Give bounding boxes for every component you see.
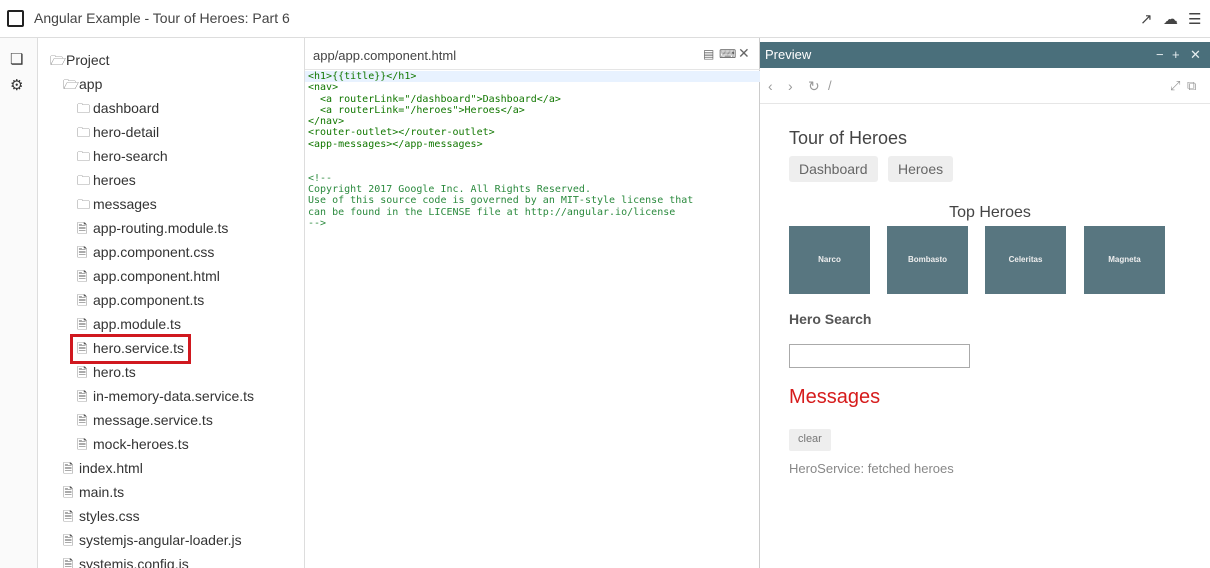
code-line: </nav> [308, 116, 345, 128]
file-icon: 🗎 [63, 485, 74, 500]
refresh-icon[interactable]: ↻ [808, 78, 820, 95]
cloud-icon[interactable]: ☁ [1163, 10, 1178, 28]
tree-file[interactable]: 🗎 in-memory-data.service.ts [77, 388, 254, 410]
tree-folder-project[interactable]: 🗁Project [50, 52, 110, 74]
tree-file[interactable]: 🗎 systemjs.config.js [63, 556, 189, 568]
tree-file[interactable]: 🗎 hero.ts [77, 364, 136, 386]
file-icon: 🗎 [77, 221, 88, 236]
folder-icon: 🗀 [77, 125, 91, 140]
message-item: HeroService: fetched heroes [789, 461, 954, 476]
hero-tile[interactable]: Bombasto [887, 226, 968, 294]
file-icon: 🗎 [77, 293, 88, 308]
top-bar: Angular Example - Tour of Heroes: Part 6… [0, 0, 1210, 38]
tree-folder[interactable]: 🗀 dashboard [77, 100, 159, 122]
open-external-icon[interactable]: ↗ [1140, 10, 1153, 28]
nav-link-dashboard[interactable]: Dashboard [789, 156, 878, 182]
preview-title: Preview [765, 47, 812, 62]
file-icon: 🗎 [63, 533, 74, 548]
tree-file[interactable]: 🗎 index.html [63, 460, 143, 482]
tree-file[interactable]: 🗎 systemjs-angular-loader.js [63, 532, 242, 554]
top-heroes-heading: Top Heroes [949, 204, 1031, 221]
zoom-in-icon[interactable]: + [1172, 47, 1180, 62]
app-content: Tour of Heroes Dashboard Heroes Top Hero… [760, 104, 1210, 568]
code-line: <h1>{{title}}</h1> [305, 71, 760, 83]
editor-header: app/app.component.html ▤ ⌨ ✕ [305, 38, 760, 70]
files-icon[interactable]: ❏ [10, 50, 23, 68]
left-rail: ❏ ⚙ [0, 38, 38, 568]
clear-button[interactable]: clear [789, 429, 831, 451]
code-editor[interactable]: app/app.component.html ▤ ⌨ ✕ <h1>{{title… [305, 38, 760, 568]
code-line: <app-messages></app-messages> [308, 138, 483, 150]
folder-icon: 🗀 [77, 101, 91, 116]
file-icon: 🗎 [77, 437, 88, 452]
tree-file[interactable]: 🗎 styles.css [63, 508, 140, 530]
format-icon[interactable]: ▤ [703, 47, 714, 61]
highlight-box [70, 334, 191, 364]
preview-header: Preview − + ✕ [760, 42, 1210, 68]
tree-file[interactable]: 🗎 message.service.ts [77, 412, 213, 434]
file-tree: 🗁Project 🗁app 🗀 dashboard 🗀 hero-detail 🗀 h… [38, 38, 305, 568]
tree-folder-app[interactable]: 🗁app [63, 76, 102, 98]
hero-tile[interactable]: Narco [789, 226, 870, 294]
keyboard-icon[interactable]: ⌨ [719, 47, 736, 61]
preview-url[interactable]: / [828, 78, 832, 93]
code-line: <nav> [308, 82, 339, 94]
file-icon: 🗎 [77, 413, 88, 428]
folder-icon: 🗀 [77, 173, 91, 188]
preview-pane: Preview − + ✕ ‹ › ↻ / ⤢ ⧉ Tour of Heroes… [760, 38, 1210, 568]
file-icon: 🗎 [77, 269, 88, 284]
tree-folder[interactable]: 🗀 messages [77, 196, 157, 218]
tree-folder[interactable]: 🗀 hero-detail [77, 124, 159, 146]
hero-tile[interactable]: Celeritas [985, 226, 1066, 294]
code-line: <!-- [308, 172, 333, 184]
folder-icon: 🗀 [77, 197, 91, 212]
code-line: can be found in the LICENSE file at http… [308, 206, 676, 218]
code-line: <a routerLink="/heroes">Heroes</a> [308, 104, 525, 116]
messages-heading: Messages [789, 386, 881, 408]
tree-file[interactable]: 🗎 main.ts [63, 484, 124, 506]
code-line: Copyright 2017 Google Inc. All Rights Re… [308, 183, 591, 195]
hero-search-label: Hero Search [789, 311, 872, 327]
file-icon: 🗎 [63, 557, 74, 568]
nav-link-heroes[interactable]: Heroes [888, 156, 954, 182]
download-icon[interactable] [7, 10, 24, 27]
code-line: <router-outlet></router-outlet> [308, 127, 495, 139]
preview-navbar: ‹ › ↻ / ⤢ ⧉ [760, 68, 1210, 104]
folder-icon: 🗀 [77, 149, 91, 164]
tree-file[interactable]: 🗎 app.component.css [77, 244, 214, 266]
app-title: Tour of Heroes [789, 128, 908, 148]
menu-icon[interactable]: ☰ [1188, 10, 1201, 28]
file-icon: 🗎 [63, 461, 74, 476]
folder-open-icon: 🗁 [63, 77, 80, 92]
tree-folder[interactable]: 🗀 heroes [77, 172, 136, 194]
fullscreen-icon[interactable]: ⤢ [1170, 78, 1180, 94]
tree-file[interactable]: 🗎 mock-heroes.ts [77, 436, 189, 458]
close-icon[interactable]: ✕ [738, 45, 750, 62]
code-line: <a routerLink="/dashboard">Dashboard</a> [308, 93, 561, 105]
window-title: Angular Example - Tour of Heroes: Part 6 [34, 10, 290, 26]
gear-icon[interactable]: ⚙ [10, 76, 23, 94]
folder-open-icon: 🗁 [50, 53, 67, 68]
code-line: --> [308, 217, 327, 229]
close-preview-icon[interactable]: ✕ [1190, 47, 1201, 63]
code-area[interactable]: <h1>{{title}}</h1> <nav> <a routerLink="… [305, 71, 760, 229]
tree-file[interactable]: 🗎 app.component.html [77, 268, 220, 290]
file-icon: 🗎 [77, 365, 88, 380]
tree-file[interactable]: 🗎 app-routing.module.ts [77, 220, 228, 242]
tree-folder[interactable]: 🗀 hero-search [77, 148, 168, 170]
tree-file[interactable]: 🗎 app.component.ts [77, 292, 204, 314]
hero-search-input[interactable] [789, 344, 970, 368]
hero-tile[interactable]: Magneta [1084, 226, 1165, 294]
file-icon: 🗎 [63, 509, 74, 524]
forward-icon[interactable]: › [788, 78, 793, 94]
back-icon[interactable]: ‹ [768, 78, 773, 94]
code-line: Use of this source code is governed by a… [308, 195, 694, 207]
file-icon: 🗎 [77, 389, 88, 404]
popout-icon[interactable]: ⧉ [1187, 78, 1196, 94]
file-icon: 🗎 [77, 245, 88, 260]
editor-filename: app/app.component.html [313, 48, 457, 63]
zoom-out-icon[interactable]: − [1156, 47, 1164, 62]
